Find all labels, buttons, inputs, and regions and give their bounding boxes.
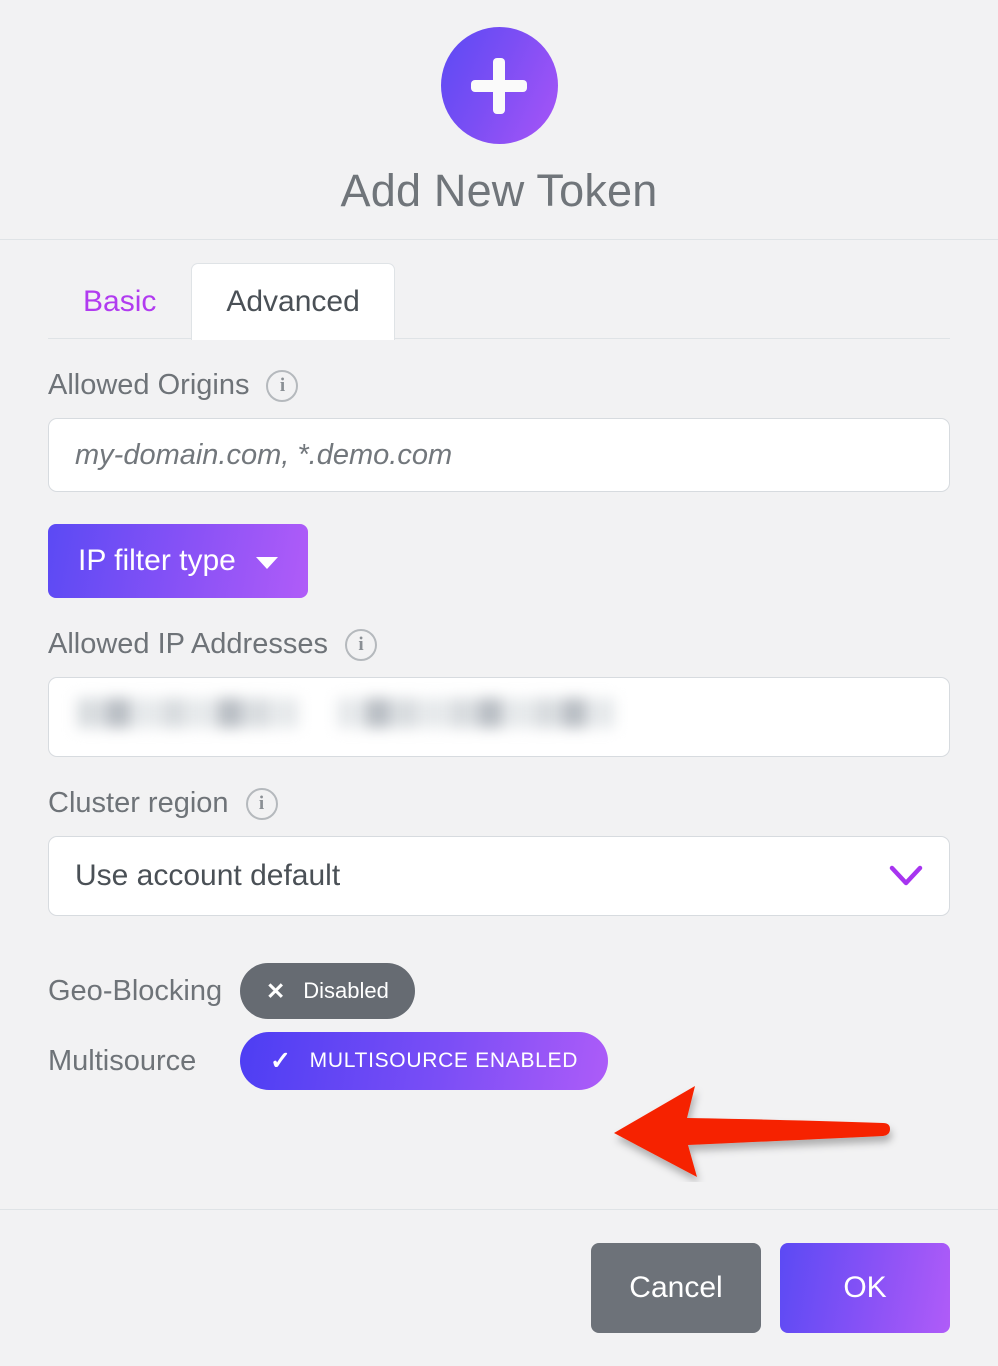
cancel-button[interactable]: Cancel (591, 1243, 761, 1333)
add-new-token-dialog: Add New Token Basic Advanced Allowed Ori… (0, 0, 998, 1366)
ip-filter-type-button[interactable]: IP filter type (48, 524, 308, 598)
ip-filter-type-label: IP filter type (78, 544, 236, 577)
redacted-chunk (77, 698, 299, 728)
tab-bar: Basic Advanced (0, 261, 998, 340)
ok-button[interactable]: OK (780, 1243, 950, 1333)
geo-blocking-row: Geo-Blocking ✕ Disabled (48, 956, 950, 1026)
multisource-label: Multisource (48, 1044, 197, 1077)
allowed-ip-addresses-label: Allowed IP Addresses (48, 628, 328, 660)
cluster-region-label: Cluster region (48, 787, 229, 819)
cluster-region-select[interactable]: Use account default (48, 836, 950, 916)
check-icon: ✓ (270, 1046, 292, 1075)
x-icon: ✕ (266, 977, 286, 1004)
allowed-origins-label: Allowed Origins (48, 369, 250, 401)
plus-icon (440, 27, 558, 144)
dialog-header: Add New Token (0, 0, 998, 240)
cluster-region-value: Use account default (75, 859, 341, 892)
multisource-status-label: MULTISOURCE ENABLED (309, 1049, 579, 1072)
allowed-origins-input[interactable] (48, 418, 950, 492)
info-icon[interactable]: i (266, 369, 299, 402)
redacted-chunk (337, 698, 615, 728)
tab-advanced[interactable]: Advanced (191, 263, 395, 340)
multisource-row: Multisource ✓ MULTISOURCE ENABLED (48, 1026, 950, 1096)
geo-blocking-label: Geo-Blocking (48, 974, 223, 1007)
cluster-region-label-row: Cluster region i (48, 787, 950, 820)
dialog-footer: Cancel OK (0, 1209, 998, 1366)
toggle-rows: Geo-Blocking ✕ Disabled Multisource ✓ MU… (48, 956, 950, 1096)
dialog-body: Allowed Origins i IP filter type Allowed… (0, 339, 998, 1209)
allowed-ip-label-row: Allowed IP Addresses i (48, 628, 950, 661)
allowed-ip-addresses-input[interactable] (48, 677, 950, 757)
redacted-content (77, 698, 615, 728)
tab-basic[interactable]: Basic (48, 263, 191, 339)
geo-blocking-status-badge[interactable]: ✕ Disabled (240, 963, 415, 1019)
allowed-origins-label-row: Allowed Origins i (48, 369, 950, 402)
page-title: Add New Token (340, 165, 658, 216)
chevron-down-icon (889, 865, 923, 887)
geo-blocking-status-label: Disabled (303, 978, 389, 1003)
info-icon[interactable]: i (344, 628, 377, 661)
chevron-down-icon (255, 556, 278, 569)
multisource-status-badge[interactable]: ✓ MULTISOURCE ENABLED (240, 1032, 609, 1090)
plus-glyph (471, 57, 527, 114)
info-icon[interactable]: i (245, 787, 278, 820)
